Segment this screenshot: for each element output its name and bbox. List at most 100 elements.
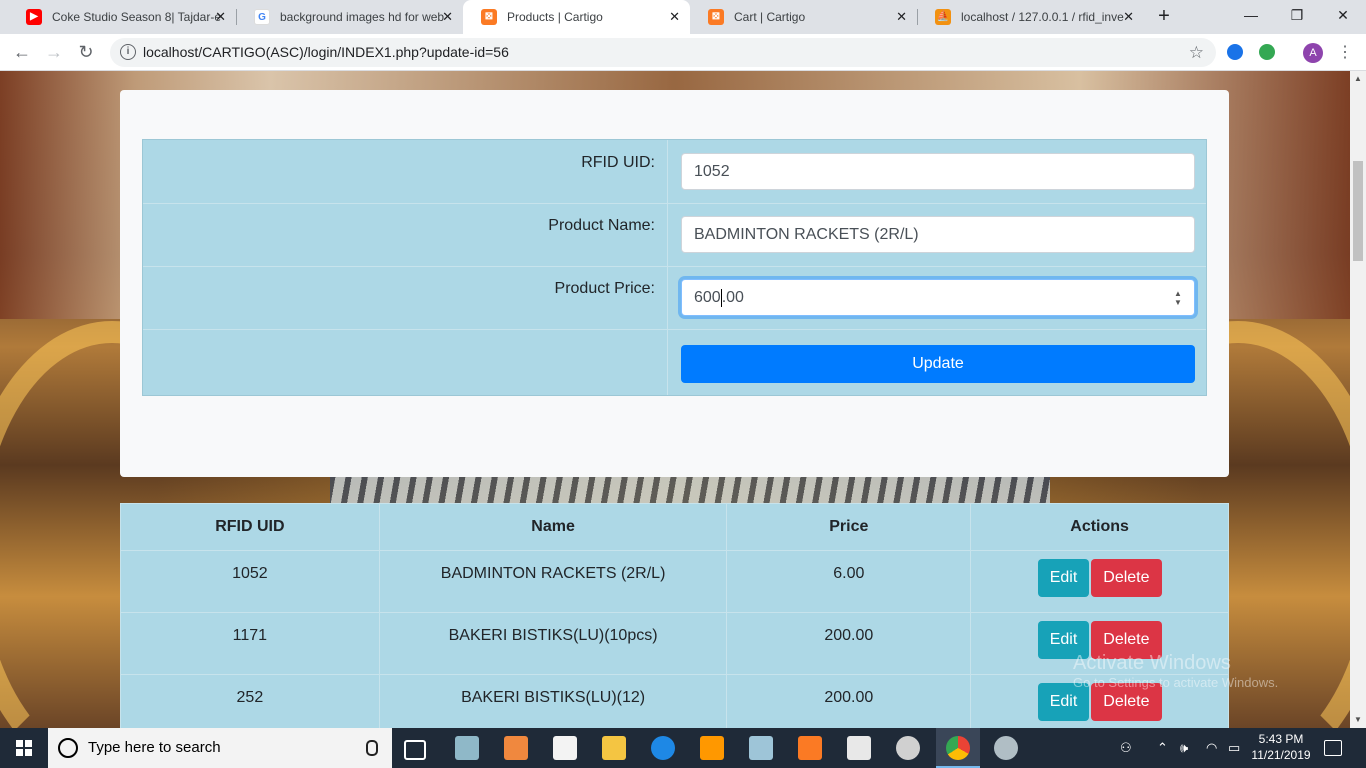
- action-center-icon[interactable]: [1324, 740, 1342, 756]
- browser-tab-google[interactable]: G background images hd for web ✕: [236, 0, 463, 34]
- close-window-button[interactable]: ✕: [1320, 0, 1366, 30]
- xampp-icon: ⊠: [481, 9, 497, 25]
- scroll-down-arrow-icon[interactable]: ▼: [1350, 712, 1366, 728]
- cell-price: 200.00: [726, 674, 972, 728]
- product-price-row: Product Price: 600.00 ▲ ▼: [143, 266, 1206, 330]
- table-row: 252 BAKERI BISTIKS(LU)(12) 200.00 Edit De…: [120, 674, 1229, 728]
- windows-taskbar: Type here to search ⚇ ⌃ 🕪 ◠ ▭ 5:43 PM 11…: [0, 728, 1366, 768]
- reload-icon[interactable]: ↻: [74, 40, 98, 64]
- file-explorer-icon[interactable]: [602, 736, 626, 760]
- product-name-row: Product Name: BADMINTON RACKETS (2R/L): [143, 203, 1206, 267]
- browser-tab-products[interactable]: ⊠ Products | Cartigo ✕: [463, 0, 690, 34]
- app-icon[interactable]: [455, 736, 479, 760]
- photos-icon[interactable]: [847, 736, 871, 760]
- notepad-icon[interactable]: [749, 736, 773, 760]
- scrollbar-thumb[interactable]: [1353, 161, 1363, 261]
- product-price-input[interactable]: 600.00 ▲ ▼: [681, 279, 1195, 316]
- edit-button[interactable]: Edit: [1037, 559, 1090, 597]
- submit-row: Update: [143, 329, 1206, 395]
- show-hidden-icons[interactable]: ⌃: [1157, 728, 1168, 768]
- clock-time: 5:43 PM: [1258, 732, 1304, 746]
- column-header-actions: Actions: [970, 503, 1229, 551]
- close-tab-icon[interactable]: ✕: [215, 0, 226, 34]
- taskbar-search-box[interactable]: Type here to search: [48, 728, 392, 768]
- cell-rfid: 1052: [120, 550, 380, 613]
- cell-name: BAKERI BISTIKS(LU)(12): [378, 674, 728, 728]
- extension-search-icon[interactable]: [1259, 44, 1275, 60]
- maximize-window-button[interactable]: ❐: [1274, 0, 1320, 30]
- page-scrollbar[interactable]: ▲ ▼: [1350, 71, 1366, 728]
- settings-icon[interactable]: [896, 736, 920, 760]
- watermark-subtitle: Go to Settings to activate Windows.: [1073, 675, 1279, 690]
- close-tab-icon[interactable]: ✕: [669, 0, 680, 34]
- search-placeholder: Type here to search: [88, 739, 221, 756]
- tab-title: Cart | Cartigo: [734, 10, 806, 24]
- start-button[interactable]: [0, 728, 48, 768]
- rfid-input[interactable]: 1052: [681, 153, 1195, 190]
- site-info-icon[interactable]: i: [120, 44, 136, 60]
- delete-button[interactable]: Delete: [1091, 559, 1162, 597]
- new-tab-button[interactable]: +: [1152, 5, 1176, 29]
- cell-rfid: 1171: [120, 612, 380, 675]
- column-header-price: Price: [726, 503, 972, 551]
- tab-title: background images hd for web: [280, 10, 445, 24]
- scroll-up-arrow-icon[interactable]: ▲: [1350, 71, 1366, 87]
- task-view-icon[interactable]: [404, 740, 426, 760]
- chrome-taskbar-button[interactable]: [936, 728, 980, 768]
- xampp-icon: ⊠: [708, 9, 724, 25]
- battery-icon[interactable]: ▭: [1228, 728, 1240, 768]
- xampp-icon[interactable]: [798, 736, 822, 760]
- product-name-input[interactable]: BADMINTON RACKETS (2R/L): [681, 216, 1195, 253]
- paint-icon[interactable]: [994, 736, 1018, 760]
- sublime-text-icon[interactable]: [700, 736, 724, 760]
- product-name-label: Product Name:: [143, 203, 668, 266]
- cell-name: BAKERI BISTIKS(LU)(10pcs): [378, 612, 728, 675]
- microphone-icon[interactable]: [366, 740, 378, 756]
- profile-avatar[interactable]: A: [1303, 43, 1323, 63]
- browser-menu-icon[interactable]: ⋮: [1337, 43, 1353, 63]
- browser-tab-youtube[interactable]: ▶ Coke Studio Season 8| Tajdar-e ✕: [8, 0, 236, 34]
- table-row: 1171 BAKERI BISTIKS(LU)(10pcs) 200.00 Ed…: [120, 612, 1229, 675]
- products-table: RFID UID Name Price Actions 1052 BADMINT…: [120, 503, 1229, 728]
- system-clock[interactable]: 5:43 PM 11/21/2019: [1250, 731, 1312, 763]
- update-form-card: RFID UID: 1052 Product Name: BADMINTON R…: [120, 90, 1229, 477]
- bookmark-star-icon[interactable]: ☆: [1189, 38, 1204, 67]
- update-form: RFID UID: 1052 Product Name: BADMINTON R…: [142, 139, 1207, 396]
- visual-studio-icon[interactable]: [504, 736, 528, 760]
- watermark-title: Activate Windows: [1073, 652, 1231, 674]
- youtube-icon: ▶: [26, 9, 42, 25]
- cell-price: 200.00: [726, 612, 972, 675]
- forward-arrow-icon[interactable]: →: [42, 40, 66, 64]
- cortana-icon: [58, 738, 78, 758]
- table-header-row: RFID UID Name Price Actions: [120, 503, 1229, 551]
- browser-tab-phpmyadmin[interactable]: ⛵ localhost / 127.0.0.1 / rfid_inve ✕: [917, 0, 1144, 34]
- phpmyadmin-icon: ⛵: [935, 9, 951, 25]
- number-spinner-icon[interactable]: ▲ ▼: [1174, 289, 1182, 307]
- tab-title: Coke Studio Season 8| Tajdar-e: [52, 10, 222, 24]
- table-row: 1052 BADMINTON RACKETS (2R/L) 6.00 Edit D…: [120, 550, 1229, 613]
- volume-icon[interactable]: 🕪: [1180, 728, 1188, 768]
- people-icon[interactable]: ⚇: [1120, 728, 1132, 768]
- activate-windows-watermark: Activate Windows Go to Settings to activ…: [1073, 651, 1278, 691]
- close-tab-icon[interactable]: ✕: [896, 0, 907, 34]
- back-arrow-icon[interactable]: ←: [10, 40, 34, 64]
- price-value-after-caret: .00: [721, 289, 744, 306]
- google-icon: G: [254, 9, 270, 25]
- clock-date: 11/21/2019: [1251, 748, 1311, 762]
- address-bar[interactable]: i localhost/CARTIGO(ASC)/login/INDEX1.ph…: [110, 38, 1216, 67]
- minimize-window-button[interactable]: —: [1228, 0, 1274, 30]
- close-tab-icon[interactable]: ✕: [1123, 0, 1134, 34]
- update-button[interactable]: Update: [681, 345, 1195, 383]
- close-tab-icon[interactable]: ✕: [442, 0, 453, 34]
- windows-logo-icon: [16, 740, 32, 756]
- store-icon[interactable]: [553, 736, 577, 760]
- extension-icon[interactable]: [1227, 44, 1243, 60]
- edge-icon[interactable]: [651, 736, 675, 760]
- tab-title: localhost / 127.0.0.1 / rfid_inve: [961, 10, 1124, 24]
- cell-actions: Edit Delete: [970, 550, 1229, 613]
- browser-tab-cart[interactable]: ⊠ Cart | Cartigo ✕: [690, 0, 917, 34]
- rfid-label: RFID UID:: [143, 140, 668, 203]
- cell-rfid: 252: [120, 674, 380, 728]
- address-url[interactable]: localhost/CARTIGO(ASC)/login/INDEX1.php?…: [143, 38, 509, 67]
- wifi-icon[interactable]: ◠: [1206, 728, 1217, 768]
